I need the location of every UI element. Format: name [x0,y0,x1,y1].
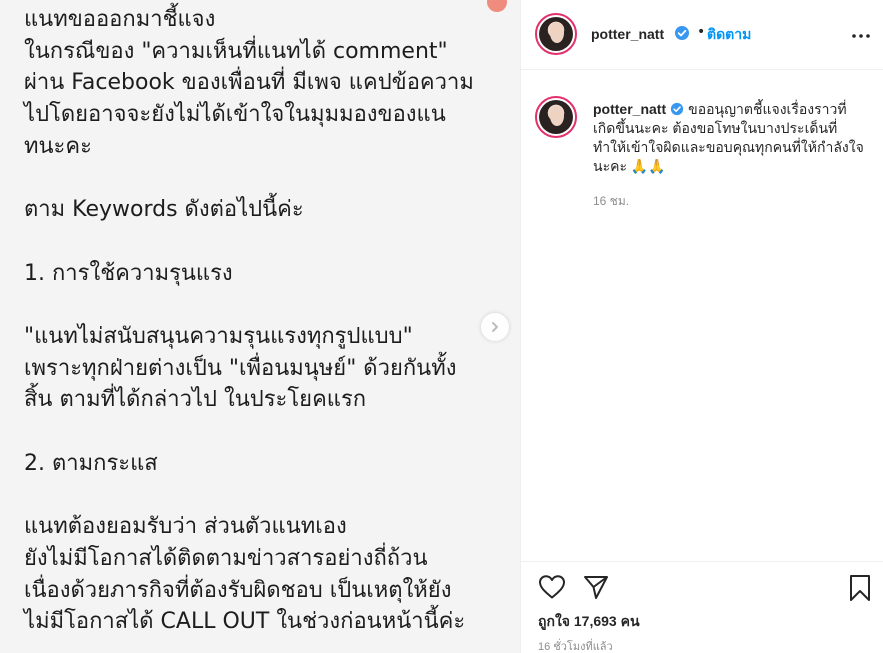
post-header: potter_natt • ติดตาม [521,0,883,70]
paper-plane-icon[interactable] [582,574,610,600]
post-caption: potter_natt ขออนุญาตชี้แจงเรื่องราวที่เก… [593,100,865,176]
chevron-right-icon [492,322,498,332]
post-timestamp[interactable]: 16 ชั่วโมงที่แล้ว [538,637,613,653]
next-slide-button[interactable] [480,312,510,342]
likes-count[interactable]: ถูกใจ 17,693 คน [538,611,640,633]
follow-button[interactable]: ติดตาม [707,24,751,46]
header-username[interactable]: potter_natt [591,26,664,42]
actions-divider [521,561,883,562]
heart-icon[interactable] [538,574,566,600]
post-side-panel: potter_natt • ติดตาม potter_natt ขออนุญา… [521,0,883,653]
caption-avatar[interactable] [535,96,577,138]
verified-badge-icon [671,103,684,116]
post-image-text: แนทขอออกมาชี้แจง ในกรณีของ "ความเห็นที่แ… [24,7,474,635]
more-horizontal-icon[interactable] [851,26,871,46]
post-media: แนทขอออกมาชี้แจง ในกรณีของ "ความเห็นที่แ… [0,0,520,653]
avatar[interactable] [535,13,577,55]
header-separator: • [697,24,706,40]
caption-username[interactable]: potter_natt [593,101,666,117]
bookmark-icon[interactable] [848,574,872,602]
caption-timestamp[interactable]: 16 ชม. [593,192,629,211]
verified-badge-icon [675,26,689,40]
